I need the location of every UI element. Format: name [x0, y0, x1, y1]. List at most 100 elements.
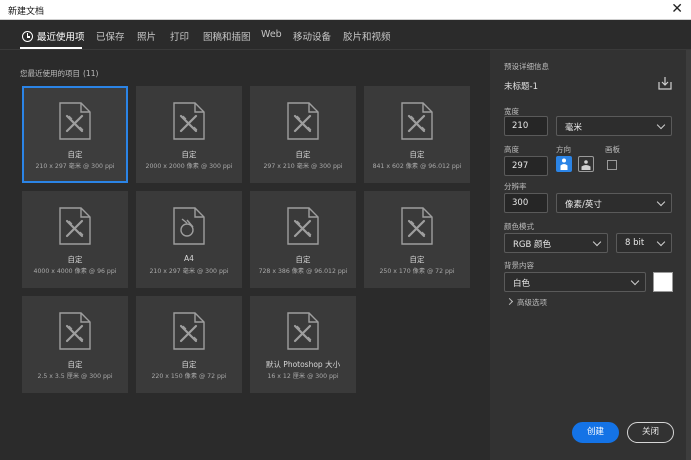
recent-item-name: 自定 [409, 150, 425, 159]
background-color-swatch[interactable] [653, 272, 673, 292]
custom-document-icon [286, 206, 320, 250]
tab-photo[interactable]: 照片 [137, 29, 156, 43]
custom-document-icon [58, 206, 92, 250]
width-unit-value: 毫米 [565, 123, 583, 133]
resolution-unit-value: 像素/英寸 [565, 200, 602, 210]
recent-item-name: 默认 Photoshop 大小 [265, 360, 341, 369]
recent-item-size: 2.5 x 3.5 厘米 @ 300 ppi [37, 373, 113, 380]
tab-mobile[interactable]: 移动设备 [293, 29, 331, 43]
custom-document-icon [172, 101, 206, 145]
resolution-label: 分辨率 [504, 182, 527, 191]
recent-count: (11) [83, 69, 99, 78]
recent-item-name: 自定 [67, 255, 83, 264]
chevron-down-icon [656, 197, 666, 207]
custom-document-icon [286, 101, 320, 145]
recent-item-name: 自定 [295, 255, 311, 264]
recent-item-size: 210 x 297 毫米 @ 300 ppi [35, 163, 115, 170]
recent-item-name: 自定 [295, 150, 311, 159]
recent-item-size: 4000 x 4000 像素 @ 96 ppi [33, 268, 117, 275]
tab-art-illustration[interactable]: 图稿和插图 [203, 29, 251, 43]
custom-document-icon [400, 206, 434, 250]
width-input[interactable]: 210 [504, 116, 548, 136]
height-input[interactable]: 297 [504, 156, 548, 176]
recent-item-card[interactable]: 自定 297 x 210 毫米 @ 300 ppi [250, 86, 356, 183]
close-button[interactable]: 关闭 [627, 422, 674, 443]
recent-item-card[interactable]: 自定 210 x 297 毫米 @ 300 ppi [22, 86, 128, 183]
close-icon[interactable]: ✕ [671, 1, 683, 17]
bit-depth-value: 8 bit [625, 238, 645, 248]
artboard-label: 画板 [605, 145, 620, 154]
recent-item-size: 220 x 150 像素 @ 72 ppi [151, 373, 227, 380]
background-content-value: 白色 [513, 279, 531, 289]
tab-web[interactable]: Web [261, 29, 282, 40]
recent-item-card[interactable]: 自定 728 x 386 像素 @ 96.012 ppi [250, 191, 356, 288]
resolution-unit-select[interactable]: 像素/英寸 [556, 193, 672, 213]
tab-recent[interactable]: 最近使用项 [22, 29, 85, 43]
tab-recent-label: 最近使用项 [37, 32, 85, 43]
tab-saved[interactable]: 已保存 [96, 29, 125, 43]
active-tab-indicator [20, 47, 82, 49]
recent-heading-text: 您最近使用的项目 [20, 69, 80, 78]
recent-item-card[interactable]: 自定 841 x 602 像素 @ 96.012 ppi [364, 86, 470, 183]
save-preset-icon[interactable] [658, 76, 672, 90]
chevron-down-icon [656, 237, 666, 247]
recent-item-name: 自定 [409, 255, 425, 264]
recent-items-pane: 您最近使用的项目 (11) 自定 210 x 297 毫米 @ 300 ppi 自定 2… [0, 50, 490, 460]
tab-film-video[interactable]: 胶片和视频 [343, 29, 391, 43]
recent-item-size: 250 x 170 像素 @ 72 ppi [379, 268, 455, 275]
advanced-options-label: 高级选项 [517, 298, 547, 307]
recent-items-heading: 您最近使用的项目 (11) [20, 68, 98, 79]
custom-document-icon [172, 311, 206, 355]
recent-item-name: A4 [184, 254, 194, 263]
advanced-options-toggle[interactable]: 高级选项 [505, 297, 547, 308]
window-titlebar: 新建文档 ✕ [0, 0, 691, 20]
print-document-icon [172, 206, 206, 250]
recent-item-name: 自定 [67, 360, 83, 369]
orientation-label: 方向 [556, 145, 571, 154]
preset-details-pane: 预设详细信息 未标题-1 宽度 210 毫米 高度 297 方向 画板 分辨率 … [490, 50, 691, 460]
recent-item-name: 自定 [67, 150, 83, 159]
document-name[interactable]: 未标题-1 [504, 80, 538, 92]
tab-print[interactable]: 打印 [170, 29, 189, 43]
recent-item-card[interactable]: 默认 Photoshop 大小 16 x 12 厘米 @ 300 ppi [250, 296, 356, 393]
chevron-right-icon [505, 297, 514, 306]
window-edge [686, 50, 691, 460]
portrait-orientation-button[interactable] [556, 156, 572, 172]
recent-item-name: 自定 [181, 150, 197, 159]
window-title: 新建文档 [8, 7, 45, 17]
chevron-down-icon [592, 237, 602, 247]
chevron-down-icon [656, 120, 666, 130]
recent-item-card[interactable]: A4 210 x 297 毫米 @ 300 ppi [136, 191, 242, 288]
resolution-input[interactable]: 300 [504, 193, 548, 213]
portrait-icon [560, 158, 568, 170]
custom-document-icon [400, 101, 434, 145]
recent-item-size: 2000 x 2000 像素 @ 300 ppi [145, 163, 233, 170]
recent-item-card[interactable]: 自定 220 x 150 像素 @ 72 ppi [136, 296, 242, 393]
color-mode-value: RGB 颜色 [513, 240, 552, 250]
color-mode-select[interactable]: RGB 颜色 [504, 233, 608, 253]
custom-document-icon [58, 311, 92, 355]
bit-depth-select[interactable]: 8 bit [616, 233, 672, 253]
clock-icon [22, 31, 33, 42]
height-label: 高度 [504, 145, 519, 154]
background-content-label: 背景内容 [504, 261, 534, 270]
preset-tabs: 最近使用项 已保存 照片 打印 图稿和插图 Web 移动设备 胶片和视频 [0, 20, 691, 50]
recent-item-card[interactable]: 自定 2000 x 2000 像素 @ 300 ppi [136, 86, 242, 183]
chevron-down-icon [630, 276, 640, 286]
recent-item-size: 210 x 297 毫米 @ 300 ppi [149, 268, 229, 275]
preset-details-heading: 预设详细信息 [504, 62, 549, 71]
create-button[interactable]: 创建 [572, 422, 619, 443]
recent-item-name: 自定 [181, 360, 197, 369]
landscape-orientation-button[interactable] [578, 156, 594, 172]
artboard-checkbox[interactable] [607, 160, 617, 170]
background-content-select[interactable]: 白色 [504, 272, 646, 292]
recent-item-card[interactable]: 自定 4000 x 4000 像素 @ 96 ppi [22, 191, 128, 288]
custom-document-icon [286, 311, 320, 355]
recent-item-size: 728 x 386 像素 @ 96.012 ppi [258, 268, 348, 275]
landscape-icon [581, 160, 591, 170]
recent-item-card[interactable]: 自定 2.5 x 3.5 厘米 @ 300 ppi [22, 296, 128, 393]
recent-item-size: 841 x 602 像素 @ 96.012 ppi [372, 163, 462, 170]
recent-item-size: 297 x 210 毫米 @ 300 ppi [263, 163, 343, 170]
recent-item-card[interactable]: 自定 250 x 170 像素 @ 72 ppi [364, 191, 470, 288]
width-unit-select[interactable]: 毫米 [556, 116, 672, 136]
